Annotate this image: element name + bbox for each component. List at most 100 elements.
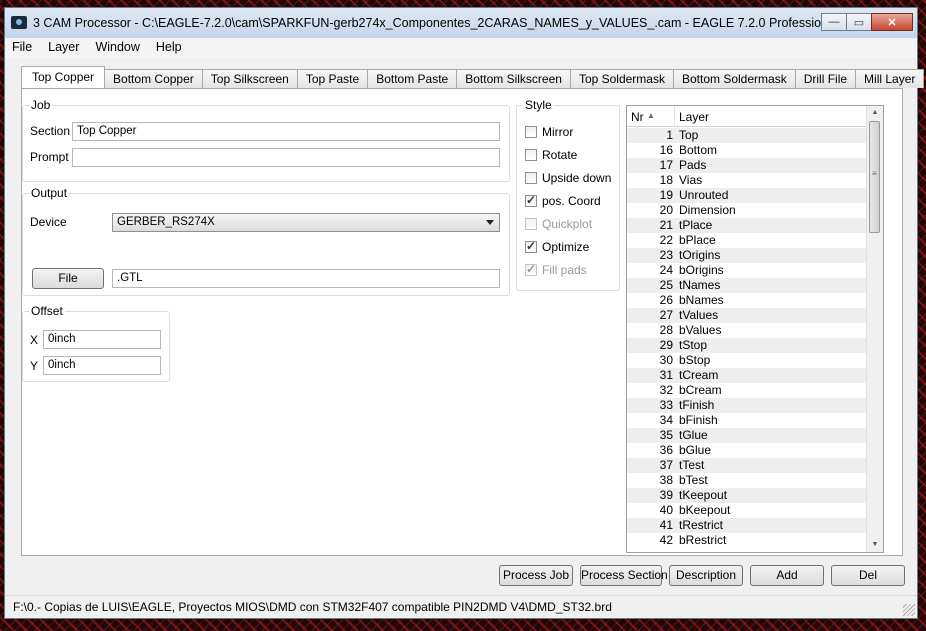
tab-top-paste[interactable]: Top Paste — [296, 69, 369, 88]
close-button[interactable]: ✕ — [871, 13, 913, 31]
layer-row[interactable]: 29 tStop — [627, 338, 867, 353]
tab-bottom-silkscreen[interactable]: Bottom Silkscreen — [456, 69, 571, 88]
scroll-down-icon[interactable]: ▼ — [867, 538, 883, 552]
layer-nr: 29 — [659, 338, 673, 352]
tab-mill-layer[interactable]: Mill Layer — [855, 69, 925, 88]
layer-row[interactable]: 23 tOrigins — [627, 248, 867, 263]
minimize-button[interactable]: — — [821, 13, 847, 31]
layer-row[interactable]: 38 bTest — [627, 473, 867, 488]
layer-row[interactable]: 16 Bottom — [627, 143, 867, 158]
layer-row[interactable]: 18 Vias — [627, 173, 867, 188]
layer-nr: 1 — [666, 128, 673, 142]
job-group-title: Job — [29, 98, 53, 112]
fill-pads-label: Fill pads — [542, 263, 587, 277]
layer-nr: 37 — [659, 458, 673, 472]
layer-row[interactable]: 26 bNames — [627, 293, 867, 308]
layer-row[interactable]: 36 bGlue — [627, 443, 867, 458]
scrollbar-thumb[interactable]: ≡ — [869, 121, 880, 233]
offset-x-input[interactable]: 0inch — [43, 330, 161, 349]
tab-top-copper[interactable]: Top Copper — [21, 66, 106, 88]
layer-row[interactable]: 21 tPlace — [627, 218, 867, 233]
tab-bottom-soldermask[interactable]: Bottom Soldermask — [672, 69, 796, 88]
del-button[interactable]: Del — [831, 565, 905, 586]
layer-row[interactable]: 25 tNames — [627, 278, 867, 293]
layer-row[interactable]: 34 bFinish — [627, 413, 867, 428]
status-file-path: F:\0.- Copias de LUIS\EAGLE, Proyectos M… — [13, 600, 612, 614]
layer-row[interactable]: 30 bStop — [627, 353, 867, 368]
menu-layer[interactable]: Layer — [41, 38, 88, 58]
layer-list-header: Nr ▲ Layer — [627, 106, 867, 127]
layer-name: bPlace — [679, 233, 716, 247]
device-label: Device — [30, 215, 67, 229]
section-input[interactable]: Top Copper — [72, 122, 500, 141]
layer-row[interactable]: 40 bKeepout — [627, 503, 867, 518]
layer-nr: 32 — [659, 383, 673, 397]
offset-x-label: X — [30, 333, 39, 347]
status-bar: F:\0.- Copias de LUIS\EAGLE, Proyectos M… — [5, 595, 917, 618]
tab-top-soldermask[interactable]: Top Soldermask — [569, 69, 674, 88]
layer-row[interactable]: 41 tRestrict — [627, 518, 867, 533]
layer-row[interactable]: 35 tGlue — [627, 428, 867, 443]
device-value: GERBER_RS274X — [117, 216, 215, 228]
layer-nr: 40 — [659, 503, 673, 517]
layer-row[interactable]: 1 Top — [627, 128, 867, 143]
layer-row[interactable]: 32 bCream — [627, 383, 867, 398]
header-layer[interactable]: Layer — [679, 106, 709, 126]
layer-name: bStop — [679, 353, 711, 367]
device-select[interactable]: GERBER_RS274X — [112, 213, 500, 232]
layer-name: Top — [679, 128, 699, 142]
upside-down-checkbox[interactable]: Upside down — [525, 169, 611, 187]
layer-name: tValues — [679, 308, 719, 322]
offset-y-input[interactable]: 0inch — [43, 356, 161, 375]
tab-bottom-paste[interactable]: Bottom Paste — [367, 69, 458, 88]
menu-window[interactable]: Window — [88, 38, 148, 58]
header-nr-label: Nr — [631, 110, 644, 124]
checkmark-icon — [525, 239, 537, 253]
layer-nr: 16 — [659, 143, 673, 157]
maximize-button[interactable]: ▭ — [846, 13, 872, 31]
layer-row[interactable]: 28 bValues — [627, 323, 867, 338]
file-button[interactable]: File — [32, 268, 104, 289]
layer-name: Unrouted — [679, 188, 729, 202]
layer-row[interactable]: 37 tTest — [627, 458, 867, 473]
add-button[interactable]: Add — [750, 565, 824, 586]
process-section-button[interactable]: Process Section — [580, 565, 668, 586]
description-button[interactable]: Description — [669, 565, 743, 586]
layer-row[interactable]: 42 bRestrict — [627, 533, 867, 548]
rotate-checkbox[interactable]: Rotate — [525, 146, 577, 164]
checkbox-box — [525, 172, 537, 184]
layer-nr: 26 — [659, 293, 673, 307]
process-job-button[interactable]: Process Job — [499, 565, 573, 586]
prompt-input[interactable] — [72, 148, 500, 167]
layer-row[interactable]: 39 tKeepout — [627, 488, 867, 503]
layer-name: tFinish — [679, 398, 715, 412]
layer-list-scrollbar[interactable]: ▲ ≡ ▼ — [866, 106, 883, 552]
layer-row[interactable]: 19 Unrouted — [627, 188, 867, 203]
tab-drill-file[interactable]: Drill File — [794, 69, 857, 88]
tab-top-silkscreen[interactable]: Top Silkscreen — [201, 69, 298, 88]
layer-nr: 38 — [659, 473, 673, 487]
layer-row[interactable]: 27 tValues — [627, 308, 867, 323]
layer-nr: 23 — [659, 248, 673, 262]
tab-bottom-copper[interactable]: Bottom Copper — [104, 69, 203, 88]
title-bar[interactable]: 3 CAM Processor - C:\EAGLE-7.2.0\cam\SPA… — [5, 8, 917, 39]
header-nr[interactable]: Nr ▲ — [627, 106, 675, 126]
layer-name: bCream — [679, 383, 722, 397]
menu-help[interactable]: Help — [149, 38, 191, 58]
optimize-checkbox[interactable]: Optimize — [525, 238, 589, 256]
section-label: Section — [30, 124, 71, 138]
layer-row[interactable]: 24 bOrigins — [627, 263, 867, 278]
pos-coord-checkbox[interactable]: pos. Coord — [525, 192, 601, 210]
resize-grip-icon[interactable] — [903, 604, 915, 616]
layer-row[interactable]: 33 tFinish — [627, 398, 867, 413]
layer-name: tTest — [679, 458, 705, 472]
layer-row[interactable]: 17 Pads — [627, 158, 867, 173]
mirror-checkbox[interactable]: Mirror — [525, 123, 573, 141]
layer-row[interactable]: 20 Dimension — [627, 203, 867, 218]
layer-row[interactable]: 22 bPlace — [627, 233, 867, 248]
layer-list[interactable]: Nr ▲ Layer 1 Top 16 Bottom 17 Pads 18 Vias 19 Unr… — [626, 105, 884, 553]
file-input[interactable]: .GTL — [112, 269, 500, 288]
scroll-up-icon[interactable]: ▲ — [867, 106, 883, 120]
menu-file[interactable]: File — [5, 38, 41, 58]
layer-row[interactable]: 31 tCream — [627, 368, 867, 383]
